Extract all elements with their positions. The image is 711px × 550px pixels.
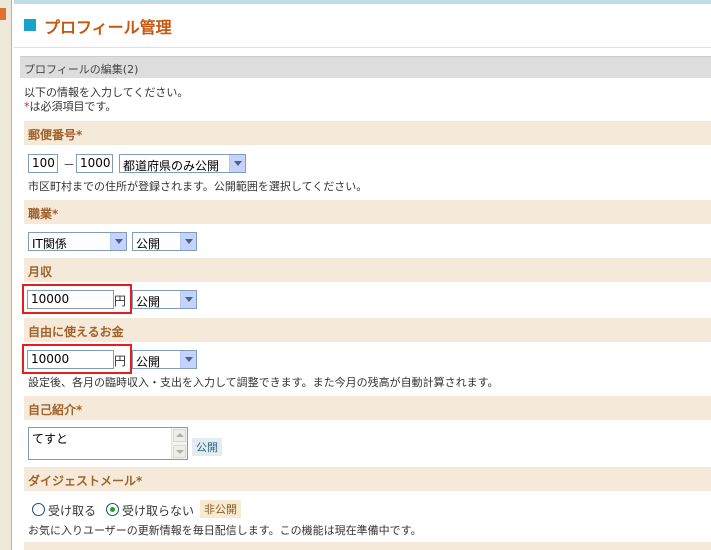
scroll-down-arrow-icon[interactable] (173, 445, 186, 458)
occupation-visibility-select[interactable]: 公開 (132, 232, 197, 251)
monthly-income-label: 月収 (28, 265, 53, 279)
intro-line-2: *は必須項目です。 (24, 100, 188, 114)
edge-marker (0, 8, 6, 20)
free-money-input[interactable]: 10000 (27, 350, 114, 369)
digest-receive-label[interactable]: 受け取る (48, 502, 96, 519)
self-intro-header: 自己紹介* (24, 396, 711, 420)
monthly-income-input[interactable]: 10000 (27, 290, 114, 309)
digest-mail-label: ダイジェストメール* (28, 474, 143, 488)
intro-line-2-text: は必須項目です。 (29, 100, 117, 113)
page-header: プロフィール管理 (14, 4, 711, 48)
digest-receive-radio[interactable] (32, 503, 45, 516)
digest-help-text: お気に入りユーザーの更新情報を毎日配信します。この機能は現在準備中です。 (28, 524, 422, 537)
scroll-up-arrow-icon[interactable] (173, 429, 186, 442)
profile-page: プロフィール管理 プロフィールの編集(2) 以下の情報を入力してください。 *は… (14, 0, 711, 550)
occupation-label: 職業* (28, 207, 59, 221)
page-title: プロフィール管理 (44, 18, 172, 37)
intro-line-1: 以下の情報を入力してください。 (24, 86, 189, 99)
postal-code-separator: － (63, 158, 76, 172)
postal-code-second-input[interactable]: 1000 (76, 154, 113, 173)
postal-code-label: 郵便番号* (28, 128, 83, 142)
textarea-scrollbar[interactable] (171, 428, 187, 459)
self-intro-label: 自己紹介* (28, 403, 83, 417)
free-money-help-text: 設定後、各月の臨時収入・支出を入力して調整できます。また今月の残高が自動計算され… (28, 376, 499, 389)
self-intro-visibility-badge: 公開 (192, 438, 222, 456)
digest-mail-header: ダイジェストメール* (24, 467, 711, 491)
postal-visibility-value: 都道府県のみ公開 (123, 159, 220, 173)
free-money-header: 自由に使えるお金 (24, 318, 711, 342)
window-left-edge (0, 0, 12, 550)
digest-visibility-badge: 非公開 (200, 500, 241, 518)
postal-code-first-input[interactable]: 100 (28, 154, 58, 173)
chevron-down-icon[interactable] (180, 291, 196, 308)
title-square-icon (24, 19, 36, 31)
postal-visibility-select[interactable]: 都道府県のみ公開 (119, 154, 246, 173)
postal-code-header: 郵便番号* (24, 121, 711, 145)
chevron-down-icon[interactable] (180, 351, 196, 368)
occupation-select[interactable]: IT関係 (28, 232, 127, 251)
monthly-income-header: 月収 (24, 258, 711, 282)
chevron-down-icon[interactable] (110, 233, 126, 250)
occupation-header: 職業* (24, 200, 711, 224)
free-money-unit: 円 (114, 354, 127, 368)
postal-help-text: 市区町村までの住所が登録されます。公開範囲を選択してください。 (28, 180, 368, 193)
free-money-visibility-value: 公開 (136, 355, 161, 369)
monthly-income-visibility-value: 公開 (136, 295, 161, 309)
intro-text: 以下の情報を入力してください。 *は必須項目です。 (24, 86, 188, 114)
occupation-visibility-value: 公開 (136, 237, 161, 251)
free-money-visibility-select[interactable]: 公開 (132, 350, 197, 369)
section-bar: プロフィールの編集(2) (20, 56, 711, 78)
self-intro-value: てすと (32, 432, 69, 446)
occupation-value: IT関係 (32, 237, 67, 251)
chevron-down-icon[interactable] (180, 233, 196, 250)
monthly-income-unit: 円 (114, 294, 127, 308)
chevron-down-icon[interactable] (229, 155, 245, 172)
section-title: プロフィールの編集(2) (24, 63, 139, 76)
self-intro-textarea[interactable]: てすと (28, 427, 188, 460)
digest-not-receive-radio[interactable] (106, 503, 119, 516)
digest-not-receive-label[interactable]: 受け取らない (122, 502, 194, 519)
next-field-header (24, 542, 711, 550)
monthly-income-visibility-select[interactable]: 公開 (132, 290, 197, 309)
free-money-label: 自由に使えるお金 (28, 325, 124, 339)
